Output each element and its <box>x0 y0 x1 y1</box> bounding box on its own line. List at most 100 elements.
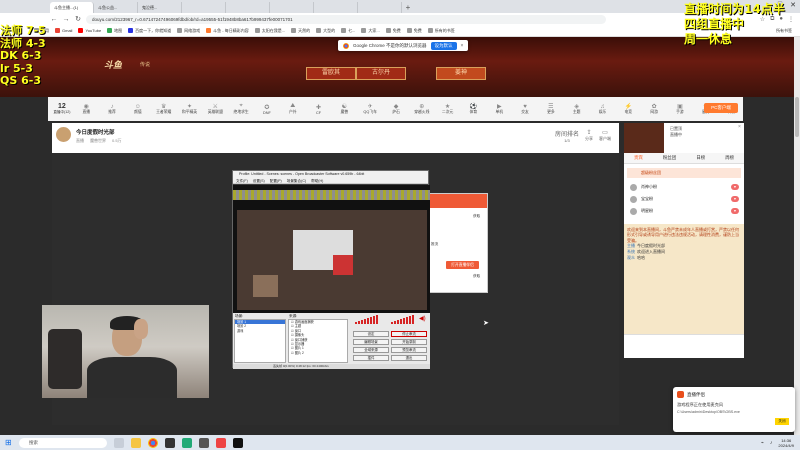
chat-input[interactable] <box>624 334 744 358</box>
client-button[interactable]: ▭ 客户端 <box>599 129 611 143</box>
tab-vip[interactable]: 贵宾 <box>634 155 643 161</box>
bookmark[interactable]: 免费 <box>406 28 422 34</box>
clock[interactable]: 14:36 2024/4/9 <box>778 438 794 448</box>
settings-button[interactable]: 设定 <box>353 331 389 337</box>
taskview-icon[interactable] <box>114 437 124 448</box>
category-item[interactable]: ♛ 王者荣耀 <box>152 103 175 115</box>
app-icon[interactable] <box>233 437 243 448</box>
obs-preview[interactable] <box>233 185 430 313</box>
bookmark[interactable]: 所有的书签 <box>427 28 455 34</box>
speaker-icon[interactable]: ◀) <box>419 315 426 322</box>
bookmark[interactable]: YouTube <box>78 28 101 33</box>
category-item[interactable]: ◉ 直播 <box>75 103 98 115</box>
category-item[interactable]: ▣ 手游 <box>669 103 692 115</box>
browser-tab[interactable] <box>182 2 226 13</box>
preview-stream-button[interactable]: 预览串流 <box>391 347 427 353</box>
global-sources-button[interactable]: 全域来源 <box>353 347 389 353</box>
scrollbar-thumb[interactable] <box>795 97 799 137</box>
tab-fans[interactable]: 粉丝团 <box>663 155 677 161</box>
app-icon[interactable] <box>182 437 192 448</box>
category-item[interactable]: ★ 二次元 <box>436 103 459 115</box>
category-item[interactable]: ⚔ 英雄联盟 <box>204 103 227 115</box>
rank-row[interactable]: 明星粉 ♥ <box>627 206 741 216</box>
obs-menu-item[interactable]: 设置(S) <box>253 178 265 183</box>
category-item[interactable]: ⚡ 电竞 <box>617 103 640 115</box>
bookmark[interactable]: 免费 <box>385 28 401 34</box>
new-tab-button[interactable]: + <box>402 2 414 13</box>
bookmark[interactable]: 大家... <box>361 28 380 34</box>
banner-tab[interactable]: 姜神 <box>436 67 486 80</box>
tab-daily[interactable]: 日榜 <box>696 155 705 161</box>
category-item[interactable]: ✦ 和平精英 <box>178 103 201 115</box>
rank-row[interactable]: 肖神小粉 ♥ <box>627 182 741 192</box>
share-button[interactable]: ⇪ 分享 <box>585 129 593 143</box>
scene-item[interactable]: 游戏 <box>235 329 285 333</box>
exit-button[interactable]: 退出 <box>391 355 427 361</box>
category-item[interactable]: ☯ 魔兽 <box>333 103 356 115</box>
edit-scene-button[interactable]: 编辑场景 <box>353 339 389 345</box>
scenes-list[interactable]: 场景 1 场景 2 游戏 <box>234 319 286 363</box>
start-recording-button[interactable]: 开始录制 <box>391 339 427 345</box>
bookmark[interactable]: 大型的 <box>316 28 335 34</box>
category-item[interactable]: ♥ 交友 <box>514 104 537 115</box>
category-item[interactable]: ✈ QQ飞车 <box>359 103 382 115</box>
file-explorer-icon[interactable] <box>131 437 141 448</box>
app-icon[interactable] <box>216 437 226 448</box>
bookmark[interactable]: 斗鱼 - 每日精彩内容 <box>206 28 249 34</box>
browser-tab[interactable] <box>226 2 270 13</box>
app-icon[interactable] <box>165 437 175 448</box>
room-rank[interactable]: 房间排名 1/3 <box>555 129 579 143</box>
category-item[interactable]: ◈ 主题 <box>565 103 588 115</box>
menu-icon[interactable]: ⋮ <box>788 16 794 23</box>
plugins-button[interactable]: 插件 <box>353 355 389 361</box>
live-count[interactable]: 12 直播中(12) <box>52 103 72 115</box>
stop-stream-button[interactable]: 停止串流 <box>391 331 427 337</box>
taskbar-search[interactable]: 搜索 <box>19 437 107 448</box>
tab-weekly[interactable]: 周榜 <box>725 155 734 161</box>
page-scrollbar[interactable] <box>794 37 800 435</box>
network-icon[interactable]: ⌁ <box>761 440 764 446</box>
close-icon[interactable]: × <box>461 43 464 49</box>
category-item[interactable]: ⌖ 绝地求生 <box>230 103 253 115</box>
bookmark[interactable]: Gmail <box>55 28 72 33</box>
set-default-button[interactable]: 设为默认 <box>430 41 457 50</box>
bookmark[interactable]: 网络游戏 <box>177 28 200 34</box>
bookmark[interactable]: 太阳在我是... <box>254 28 285 34</box>
source-item[interactable]: ☑ 图片 2 <box>289 351 347 355</box>
back-icon[interactable]: ← <box>50 16 58 23</box>
category-item[interactable]: ✚ CF <box>307 104 330 115</box>
reload-icon[interactable]: ↻ <box>74 15 82 23</box>
category-item[interactable]: ◆ 炉石 <box>385 103 408 115</box>
volume-icon[interactable]: ♪ <box>770 440 773 446</box>
chrome-icon[interactable] <box>148 437 158 448</box>
category-item[interactable]: ♪ 推荐 <box>101 104 124 115</box>
forward-icon[interactable]: → <box>62 16 70 23</box>
bookmark[interactable]: 地图 <box>107 28 122 34</box>
site-logo[interactable]: 斗鱼 <box>104 58 122 71</box>
notification-close-button[interactable]: 关闭 <box>775 418 789 425</box>
banner-tab[interactable]: 古尔丹 <box>356 67 406 80</box>
browser-tab[interactable] <box>270 2 314 13</box>
browser-tab[interactable]: 鬼泣德... <box>138 2 182 13</box>
app-icon[interactable] <box>199 437 209 448</box>
fan-rank-header[interactable]: 超级粉丝团 <box>627 168 741 178</box>
category-item[interactable]: ⊕ 穿越火线 <box>410 103 433 115</box>
bookmark[interactable]: 百度一下，你就知道 <box>128 28 171 34</box>
open-companion-button[interactable]: 打开直播伴侣 <box>446 261 479 269</box>
windows-start-icon[interactable]: ⊞ <box>5 438 15 447</box>
obs-menu-item[interactable]: 配置(P) <box>270 178 282 183</box>
category-item[interactable]: ♫ 娱乐 <box>591 104 614 115</box>
category-item[interactable]: ✪ DNF <box>256 104 279 115</box>
category-item[interactable]: ☰ 更多 <box>539 103 562 115</box>
streamer-avatar[interactable] <box>56 127 71 142</box>
chat-panel[interactable]: 欢迎来到本直播间，斗鱼严禁未成年人直播或打赏，严禁以任何形式引导或诱导用户进行违… <box>624 224 744 334</box>
category-item[interactable]: ☺ 颜值 <box>126 104 149 115</box>
category-item[interactable]: ✿ 网游 <box>643 103 666 115</box>
rank-row[interactable]: 宝宝粉 ♥ <box>627 194 741 204</box>
close-icon[interactable]: ✕ <box>790 1 796 9</box>
browser-tab[interactable]: 斗鱼主播...(1) <box>50 2 94 13</box>
side-promo-thumbnail[interactable] <box>624 123 664 153</box>
pc-client-button[interactable]: PC客户端 <box>704 103 738 113</box>
sources-list[interactable]: ☑ 游戏画面捕获 ☑ 主题 ☑ 窗口 ☑ 摄像头 ☑ 窗口捕获 ☑ 显示器 ☑ … <box>288 319 348 363</box>
bookmark[interactable]: 七... <box>341 28 355 34</box>
